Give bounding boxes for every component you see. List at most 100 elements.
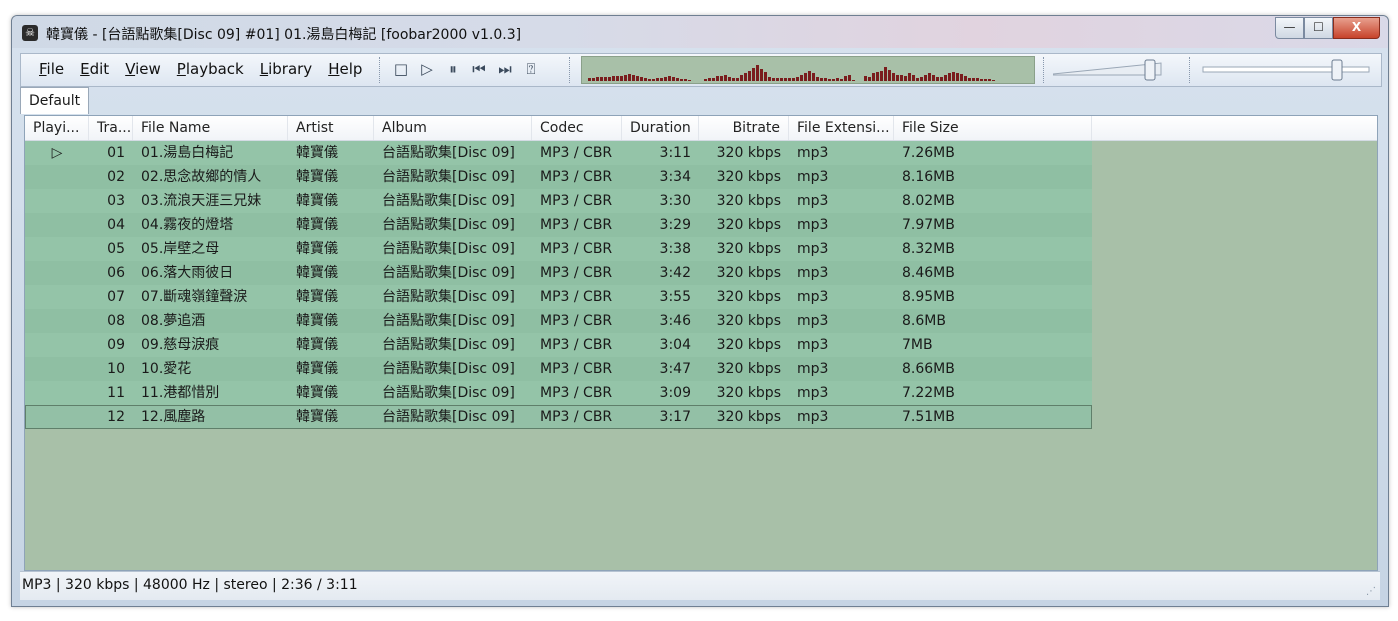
spectrum-bar [884, 67, 887, 81]
spectrum-bar [684, 79, 687, 81]
toolbar-separator[interactable] [569, 57, 573, 83]
cell-track: 07 [107, 289, 125, 305]
cell-track: 08 [107, 313, 125, 329]
cell-size: 7.97MB [902, 217, 955, 233]
column-file-name[interactable]: File Name [133, 116, 288, 140]
cell-size: 8.46MB [902, 265, 955, 281]
previous-icon[interactable]: ⏮ [469, 59, 489, 79]
playing-indicator-icon [25, 261, 89, 285]
spectrum-bar [896, 75, 899, 81]
spectrum-bar [988, 79, 991, 81]
play-icon[interactable]: ▷ [417, 59, 437, 79]
cell-duration: 3:46 [659, 313, 691, 329]
table-row[interactable]: 11 11.港都惜別 韓寶儀 台語點歌集[Disc 09] MP3 / CBR 3:09 3… [25, 381, 1092, 405]
spectrum-bar [804, 73, 807, 81]
spectrum-bar [940, 77, 943, 81]
cell-file: 10.愛花 [141, 361, 192, 377]
seek-bar[interactable] [1201, 58, 1373, 82]
cell-artist: 韓寶儀 [296, 217, 338, 233]
spectrum-bar [864, 76, 867, 81]
menu-edit[interactable]: Edit [72, 60, 117, 78]
cell-file: 02.思念故鄉的情人 [141, 169, 262, 185]
column-album[interactable]: Album [374, 116, 532, 140]
cell-bitrate: 320 kbps [716, 169, 781, 185]
spectrum-bar [772, 78, 775, 81]
cell-ext: mp3 [797, 361, 829, 377]
spectrum-bar [984, 79, 987, 81]
volume-slider[interactable] [1052, 58, 1171, 82]
maximize-button[interactable]: ☐ [1304, 17, 1333, 39]
playlist-view[interactable]: Playi... Tra... File Name Artist Album C… [24, 115, 1378, 571]
spectrum-bar [820, 78, 823, 81]
table-row[interactable]: 12 12.風塵路 韓寶儀 台語點歌集[Disc 09] MP3 / CBR 3:17 32… [25, 405, 1092, 429]
column-file-size[interactable]: File Size [894, 116, 1092, 140]
table-row[interactable]: 05 05.岸壁之母 韓寶儀 台語點歌集[Disc 09] MP3 / CBR 3:38 3… [25, 237, 1092, 261]
table-row[interactable]: 04 04.霧夜的燈塔 韓寶儀 台語點歌集[Disc 09] MP3 / CBR 3:29… [25, 213, 1092, 237]
column-file-extension[interactable]: File Extensi... [789, 116, 894, 140]
table-row[interactable]: 09 09.慈母淚痕 韓寶儀 台語點歌集[Disc 09] MP3 / CBR 3:04 3… [25, 333, 1092, 357]
spectrum-bar [612, 76, 615, 81]
toolbar-separator[interactable] [379, 57, 383, 83]
cell-size: 8.66MB [902, 361, 955, 377]
minimize-button[interactable]: — [1275, 17, 1304, 39]
cell-codec: MP3 / CBR [540, 145, 613, 161]
table-row[interactable]: 08 08.夢追酒 韓寶儀 台語點歌集[Disc 09] MP3 / CBR 3:46 32… [25, 309, 1092, 333]
menu-playback[interactable]: Playback [169, 60, 252, 78]
random-icon[interactable]: ⍰ [521, 59, 541, 79]
cell-bitrate: 320 kbps [716, 289, 781, 305]
playing-indicator-icon [25, 357, 89, 381]
spectrum-bar [780, 78, 783, 81]
spectrum-bar [992, 80, 995, 81]
cell-album: 台語點歌集[Disc 09] [382, 241, 515, 257]
spectrum-bar [764, 72, 767, 81]
menu-help[interactable]: Help [320, 60, 370, 78]
menu-view[interactable]: View [117, 60, 169, 78]
foobar-app-icon[interactable]: ☠ [22, 25, 38, 41]
cell-album: 台語點歌集[Disc 09] [382, 361, 515, 377]
table-row[interactable]: 02 02.思念故鄉的情人 韓寶儀 台語點歌集[Disc 09] MP3 / CBR 3:… [25, 165, 1092, 189]
spectrum-bar [724, 75, 727, 81]
spectrum-bar [824, 78, 827, 81]
cell-file: 06.落大雨彼日 [141, 265, 234, 281]
table-row[interactable]: 03 03.流浪天涯三兄妹 韓寶儀 台語點歌集[Disc 09] MP3 / CBR 3:… [25, 189, 1092, 213]
column-duration[interactable]: Duration [622, 116, 699, 140]
cell-album: 台語點歌集[Disc 09] [382, 145, 515, 161]
spectrum-bar [880, 71, 883, 81]
title-bar[interactable]: ☠ 韓寶儀 - [台語點歌集[Disc 09] #01] 01.湯島白梅記 [f… [12, 16, 1388, 48]
toolbar-separator[interactable] [1043, 57, 1047, 83]
playing-indicator-icon [25, 381, 89, 405]
column-codec[interactable]: Codec [532, 116, 622, 140]
column-bitrate[interactable]: Bitrate [699, 116, 789, 140]
column-playing[interactable]: Playi... [25, 116, 89, 140]
close-button[interactable]: X [1333, 17, 1380, 39]
cell-ext: mp3 [797, 385, 829, 401]
window-controls: — ☐ X [1275, 17, 1380, 39]
pause-icon[interactable]: ⏸ [443, 59, 463, 79]
column-track[interactable]: Tra... [89, 116, 133, 140]
spectrum-visualization [581, 56, 1035, 84]
column-artist[interactable]: Artist [288, 116, 374, 140]
cell-duration: 3:30 [659, 193, 691, 209]
cell-file: 12.風塵路 [141, 409, 206, 425]
spectrum-bar [616, 76, 619, 81]
cell-size: 7.22MB [902, 385, 955, 401]
playing-indicator-icon [25, 285, 89, 309]
table-row[interactable]: 06 06.落大雨彼日 韓寶儀 台語點歌集[Disc 09] MP3 / CBR 3:42… [25, 261, 1092, 285]
table-row[interactable]: 10 10.愛花 韓寶儀 台語點歌集[Disc 09] MP3 / CBR 3:47 320… [25, 357, 1092, 381]
resize-grip-icon[interactable]: ⋰ [1366, 586, 1376, 597]
menu-file[interactable]: File [31, 60, 72, 78]
cell-album: 台語點歌集[Disc 09] [382, 409, 515, 425]
menu-library[interactable]: Library [252, 60, 320, 78]
cell-file: 07.斷魂嶺鐘聲淚 [141, 289, 248, 305]
cell-duration: 3:55 [659, 289, 691, 305]
spectrum-bar [956, 73, 959, 81]
tab-default[interactable]: Default [20, 87, 90, 114]
spectrum-bar [892, 73, 895, 81]
toolbar-separator[interactable] [1189, 57, 1193, 83]
spectrum-bar [836, 78, 839, 81]
table-row[interactable]: ▷ 01 01.湯島白梅記 韓寶儀 台語點歌集[Disc 09] MP3 / CBR 3:1… [25, 141, 1092, 165]
stop-icon[interactable]: □ [391, 59, 411, 79]
spectrum-bar [676, 78, 679, 81]
table-row[interactable]: 07 07.斷魂嶺鐘聲淚 韓寶儀 台語點歌集[Disc 09] MP3 / CBR 3:5… [25, 285, 1092, 309]
next-icon[interactable]: ⏭ [495, 59, 515, 79]
